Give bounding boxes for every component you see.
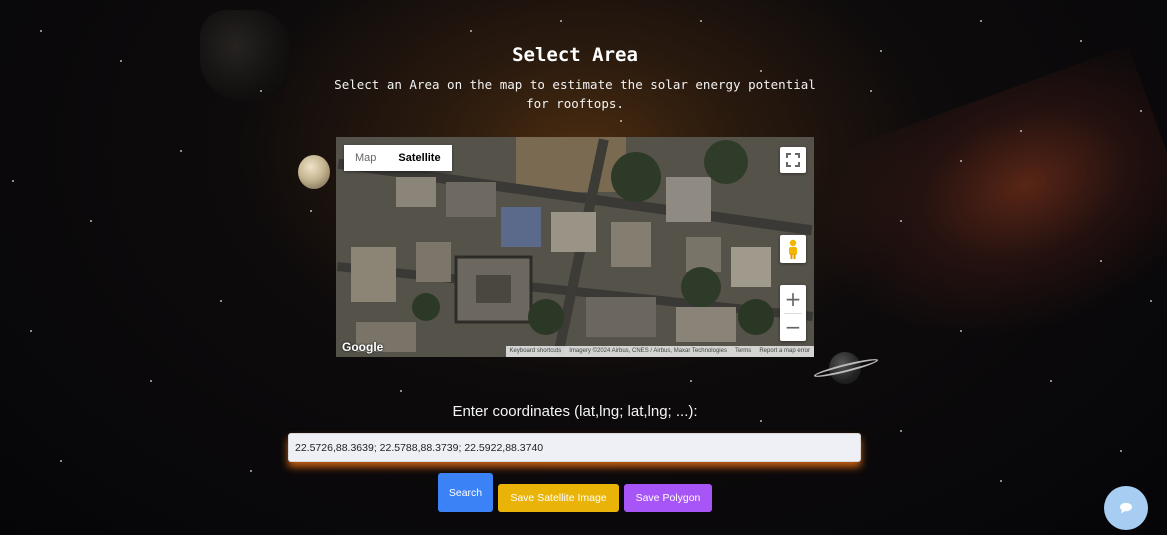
plus-icon: +: [784, 287, 802, 311]
map-type-map-button[interactable]: Map: [344, 145, 388, 171]
fullscreen-icon: [786, 153, 800, 167]
chat-widget-button[interactable]: [1104, 486, 1148, 530]
page-title: Select Area: [512, 44, 638, 66]
imagery-credit: Imagery ©2024 Airbus, CNES / Airbus, Max…: [569, 348, 727, 354]
map-type-satellite-button[interactable]: Satellite: [387, 145, 452, 171]
nebula-decoration: [789, 45, 1167, 395]
star: [30, 330, 32, 332]
ringed-planet-decoration: [813, 350, 879, 386]
zoom-out-button[interactable]: −: [780, 314, 806, 341]
star: [470, 30, 472, 32]
coordinates-input[interactable]: [288, 433, 861, 462]
keyboard-shortcuts-link[interactable]: Keyboard shortcuts: [506, 346, 566, 357]
star: [870, 90, 872, 92]
star: [1150, 300, 1152, 302]
pegman-icon: [789, 239, 797, 259]
star: [960, 330, 962, 332]
street-view-pegman[interactable]: [780, 235, 806, 263]
star: [12, 180, 14, 182]
report-error-link[interactable]: Report a map error: [755, 346, 814, 357]
map-view[interactable]: Map Satellite + − Google Keyboard shortc…: [336, 137, 814, 357]
zoom-in-button[interactable]: +: [780, 286, 806, 313]
planet-decoration: [298, 155, 330, 189]
star: [560, 20, 562, 22]
star: [60, 460, 62, 462]
star: [1080, 40, 1082, 42]
star: [1140, 110, 1142, 112]
star: [700, 20, 702, 22]
star: [180, 150, 182, 152]
coordinates-label: Enter coordinates (lat,lng; lat,lng; ...…: [452, 403, 698, 420]
chat-bubble-icon: [1120, 502, 1132, 514]
search-button[interactable]: Search: [438, 473, 493, 512]
star: [1000, 480, 1002, 482]
fullscreen-button[interactable]: [780, 147, 806, 173]
star: [220, 300, 222, 302]
save-satellite-image-button[interactable]: Save Satellite Image: [498, 484, 619, 512]
minus-icon: −: [784, 315, 802, 339]
star: [260, 90, 262, 92]
star: [1100, 260, 1102, 262]
google-logo: Google: [342, 340, 384, 354]
star: [980, 20, 982, 22]
star: [760, 70, 762, 72]
star: [250, 470, 252, 472]
save-polygon-button[interactable]: Save Polygon: [624, 484, 712, 512]
star: [150, 380, 152, 382]
star: [620, 120, 622, 122]
star: [690, 380, 692, 382]
page-subtitle: Select an Area on the map to estimate th…: [334, 77, 816, 111]
star: [1120, 450, 1122, 452]
star: [960, 160, 962, 162]
star: [310, 210, 312, 212]
star: [760, 420, 762, 422]
star: [90, 220, 92, 222]
star: [400, 390, 402, 392]
star: [1050, 380, 1052, 382]
map-attribution: Keyboard shortcuts Imagery ©2024 Airbus,…: [505, 346, 814, 357]
star: [900, 220, 902, 222]
zoom-control: + −: [780, 285, 806, 341]
terms-link[interactable]: Terms: [731, 346, 755, 357]
star: [1020, 130, 1022, 132]
star: [40, 30, 42, 32]
star: [900, 430, 902, 432]
map-type-control: Map Satellite: [344, 145, 452, 171]
